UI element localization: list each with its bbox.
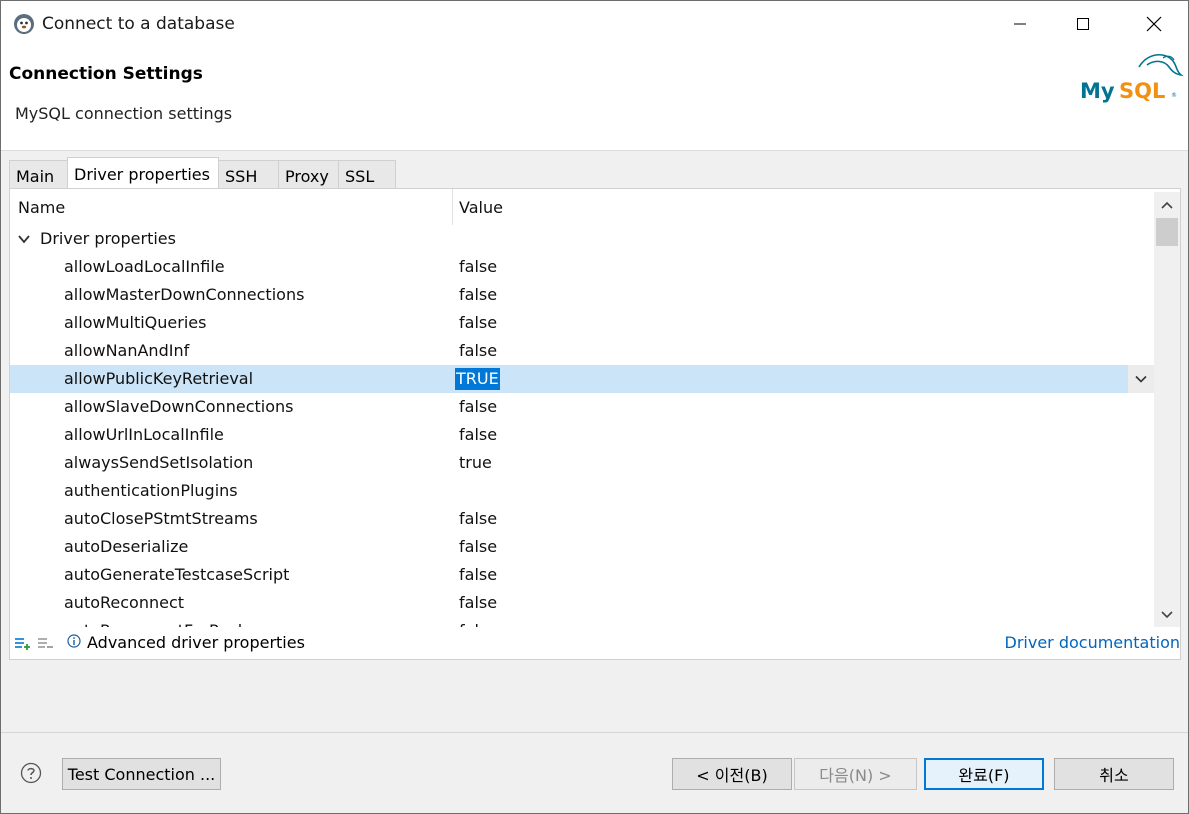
back-button[interactable]: < 이전(B)	[672, 758, 792, 790]
table-row[interactable]: autoReconnectForPools false	[10, 617, 1154, 627]
property-value[interactable]: false	[459, 421, 497, 449]
column-header-name[interactable]: Name	[18, 198, 65, 217]
advanced-properties-label[interactable]: Advanced driver properties	[87, 633, 305, 652]
title-bar: Connect to a database	[1, 1, 1188, 49]
property-name: allowSlaveDownConnections	[64, 397, 294, 416]
tab-driver-properties[interactable]: Driver properties	[67, 157, 219, 189]
tab-label: Proxy	[285, 167, 329, 186]
table-row[interactable]: autoDeserialize false	[10, 533, 1154, 561]
properties-footer: Advanced driver properties Driver docume…	[10, 627, 1180, 659]
window-title: Connect to a database	[42, 14, 235, 34]
table-row[interactable]: allowSlaveDownConnections false	[10, 393, 1154, 421]
value-dropdown-button[interactable]	[1128, 365, 1154, 393]
group-label: Driver properties	[40, 229, 176, 248]
tab-label: SSL	[345, 167, 375, 186]
scroll-up-button[interactable]	[1154, 194, 1180, 216]
table-row[interactable]: allowMasterDownConnections false	[10, 281, 1154, 309]
minimize-icon	[1014, 23, 1026, 25]
property-name: autoGenerateTestcaseScript	[64, 565, 290, 584]
svg-text:My: My	[1080, 79, 1115, 103]
properties-table: Driver properties allowLoadLocalInfile f…	[10, 225, 1154, 627]
chevron-down-icon	[1135, 375, 1147, 383]
vertical-scrollbar[interactable]	[1154, 192, 1180, 628]
cancel-button[interactable]: 취소	[1054, 758, 1174, 790]
property-value[interactable]: false	[459, 393, 497, 421]
property-name: allowUrlInLocalInfile	[64, 425, 224, 444]
table-row[interactable]: autoClosePStmtStreams false	[10, 505, 1154, 533]
tab-ssl[interactable]: SSL	[338, 160, 396, 189]
property-name: allowPublicKeyRetrieval	[64, 369, 254, 388]
table-row[interactable]: allowLoadLocalInfile false	[10, 253, 1154, 281]
driver-documentation-link[interactable]: Driver documentation	[1005, 633, 1181, 652]
maximize-button[interactable]	[1060, 1, 1106, 47]
property-name: autoReconnect	[64, 593, 185, 612]
table-row[interactable]: alwaysSendSetIsolation true	[10, 449, 1154, 477]
property-name: autoDeserialize	[64, 537, 189, 556]
property-value[interactable]: false	[459, 253, 497, 281]
next-button[interactable]: 다음(N) >	[794, 758, 917, 790]
table-row-selected[interactable]: allowPublicKeyRetrieval TRUE	[10, 365, 1154, 393]
svg-text:®: ®	[1171, 92, 1177, 99]
tab-label: Main	[16, 167, 55, 186]
minimize-button[interactable]	[997, 1, 1043, 47]
table-row[interactable]: autoReconnect false	[10, 589, 1154, 617]
page-title: Connection Settings	[9, 64, 203, 84]
remove-property-icon[interactable]	[38, 637, 54, 651]
test-connection-button[interactable]: Test Connection ...	[62, 758, 221, 790]
dialog-window: Connect to a database Connection Setting…	[0, 0, 1189, 814]
table-row[interactable]: allowNanAndInf false	[10, 337, 1154, 365]
close-button[interactable]	[1131, 1, 1177, 47]
column-header-value[interactable]: Value	[459, 198, 503, 217]
tab-main[interactable]: Main	[9, 160, 68, 189]
chevron-down-icon	[1161, 611, 1173, 619]
property-name: alwaysSendSetIsolation	[64, 453, 254, 472]
property-value[interactable]: false	[459, 281, 497, 309]
tab-label: SSH	[225, 167, 258, 186]
mysql-logo: My SQL ®	[1080, 54, 1184, 103]
property-value[interactable]: false	[459, 589, 497, 617]
chevron-down-icon[interactable]	[18, 233, 30, 245]
add-property-icon[interactable]	[15, 637, 31, 651]
property-value[interactable]: false	[459, 617, 497, 627]
property-name: allowMasterDownConnections	[64, 285, 305, 304]
property-name: allowLoadLocalInfile	[64, 257, 225, 276]
scroll-down-button[interactable]	[1154, 604, 1180, 626]
group-row[interactable]: Driver properties	[10, 225, 1154, 253]
scroll-thumb[interactable]	[1156, 218, 1178, 246]
finish-button[interactable]: 완료(F)	[924, 758, 1044, 790]
table-row[interactable]: authenticationPlugins	[10, 477, 1154, 505]
property-value[interactable]: false	[459, 309, 497, 337]
property-name: authenticationPlugins	[64, 481, 238, 500]
property-name: autoReconnectForPools	[64, 617, 250, 627]
table-row[interactable]: allowUrlInLocalInfile false	[10, 421, 1154, 449]
bottom-separator	[1, 732, 1188, 733]
dbeaver-app-icon	[14, 14, 34, 34]
svg-text:SQL: SQL	[1119, 79, 1165, 103]
maximize-icon	[1077, 18, 1089, 30]
property-value[interactable]: false	[459, 337, 497, 365]
property-name: allowMultiQueries	[64, 313, 207, 332]
tab-proxy[interactable]: Proxy	[278, 160, 339, 189]
column-divider[interactable]	[452, 189, 453, 225]
property-value[interactable]: false	[459, 561, 497, 589]
property-name: allowNanAndInf	[64, 341, 190, 360]
driver-properties-panel: Name Value Driver properties allowLoadLo…	[9, 188, 1181, 660]
property-value[interactable]: false	[459, 533, 497, 561]
property-value[interactable]: false	[459, 505, 497, 533]
table-row[interactable]: allowMultiQueries false	[10, 309, 1154, 337]
tab-ssh[interactable]: SSH	[218, 160, 279, 189]
help-icon[interactable]	[20, 762, 42, 784]
info-icon	[67, 634, 81, 648]
page-description: MySQL connection settings	[15, 104, 233, 123]
table-row[interactable]: autoGenerateTestcaseScript false	[10, 561, 1154, 589]
property-value[interactable]: true	[459, 449, 492, 477]
tab-label: Driver properties	[74, 165, 210, 184]
property-name: autoClosePStmtStreams	[64, 509, 258, 528]
property-value-editor[interactable]: TRUE	[455, 368, 500, 390]
close-icon	[1146, 16, 1162, 32]
page-header: Connection Settings MySQL connection set…	[1, 49, 1188, 151]
chevron-up-icon	[1161, 201, 1173, 209]
